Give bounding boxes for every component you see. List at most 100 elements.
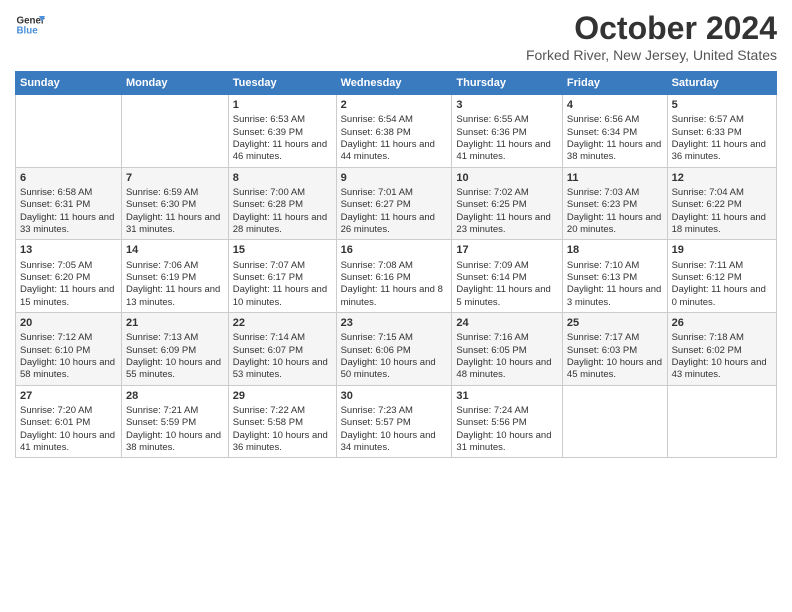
day-info: Daylight: 11 hours and 44 minutes. [341,139,448,164]
calendar-cell: 10Sunrise: 7:02 AMSunset: 6:25 PMDayligh… [452,167,563,240]
day-info: Daylight: 10 hours and 43 minutes. [672,357,772,382]
calendar-cell: 7Sunrise: 6:59 AMSunset: 6:30 PMDaylight… [121,167,228,240]
calendar-cell: 27 Sunrise: 7:20 AMSunset: 6:01 PMDayligh… [16,385,122,458]
col-friday: Friday [562,72,667,95]
day-info: Sunset: 6:03 PM [567,345,663,357]
day-info: Sunrise: 6:53 AM [233,114,332,126]
calendar-cell: 14Sunrise: 7:06 AMSunset: 6:19 PMDayligh… [121,240,228,313]
col-thursday: Thursday [452,72,563,95]
day-number: 21 [126,316,224,330]
day-info: Daylight: 11 hours and 31 minutes. [126,212,224,237]
day-number: 3 [456,98,558,112]
day-info: Sunset: 5:59 PM [126,417,224,429]
day-info: Sunrise: 7:15 AM [341,332,448,344]
subtitle: Forked River, New Jersey, United States [526,47,777,63]
day-info: Daylight: 10 hours and 55 minutes. [126,357,224,382]
calendar-week-2: 6Sunrise: 6:58 AMSunset: 6:31 PMDaylight… [16,167,777,240]
col-wednesday: Wednesday [336,72,452,95]
day-number: 6 [20,171,117,185]
calendar-table: Sunday Monday Tuesday Wednesday Thursday… [15,71,777,458]
day-number: 5 [672,98,772,112]
day-info: Sunset: 6:01 PM [20,417,117,429]
day-info: Daylight: 11 hours and 20 minutes. [567,212,663,237]
day-info: Daylight: 11 hours and 3 minutes. [567,284,663,309]
day-info: Sunset: 5:56 PM [456,417,558,429]
day-info: Sunset: 6:10 PM [20,345,117,357]
day-info: Daylight: 10 hours and 41 minutes. [20,430,117,455]
day-info: Daylight: 11 hours and 28 minutes. [233,212,332,237]
day-info: Daylight: 10 hours and 48 minutes. [456,357,558,382]
day-info: Daylight: 10 hours and 58 minutes. [20,357,117,382]
day-number: 25 [567,316,663,330]
day-info: Sunset: 6:12 PM [672,272,772,284]
day-info: Daylight: 10 hours and 36 minutes. [233,430,332,455]
calendar-cell: 18Sunrise: 7:10 AMSunset: 6:13 PMDayligh… [562,240,667,313]
day-info: Sunrise: 7:17 AM [567,332,663,344]
calendar-cell: 9Sunrise: 7:01 AMSunset: 6:27 PMDaylight… [336,167,452,240]
calendar-week-4: 20Sunrise: 7:12 AMSunset: 6:10 PMDayligh… [16,313,777,386]
calendar-cell: 12Sunrise: 7:04 AMSunset: 6:22 PMDayligh… [667,167,776,240]
day-info: Daylight: 11 hours and 8 minutes. [341,284,448,309]
day-info: Sunrise: 7:07 AM [233,260,332,272]
calendar-cell: 24Sunrise: 7:16 AMSunset: 6:05 PMDayligh… [452,313,563,386]
day-number: 1 [233,98,332,112]
day-info: Sunset: 6:34 PM [567,127,663,139]
calendar-cell [562,385,667,458]
col-tuesday: Tuesday [228,72,336,95]
col-saturday: Saturday [667,72,776,95]
day-info: Sunset: 5:58 PM [233,417,332,429]
day-info: Sunrise: 7:21 AM [126,405,224,417]
day-info: Sunset: 6:22 PM [672,199,772,211]
day-number: 29 [233,389,332,403]
day-info: Sunrise: 6:55 AM [456,114,558,126]
day-info: Sunrise: 6:57 AM [672,114,772,126]
day-info: Daylight: 11 hours and 13 minutes. [126,284,224,309]
day-info: Sunrise: 7:10 AM [567,260,663,272]
calendar-cell: 5Sunrise: 6:57 AMSunset: 6:33 PMDaylight… [667,95,776,168]
day-info: Sunset: 6:02 PM [672,345,772,357]
day-info: Sunrise: 7:04 AM [672,187,772,199]
calendar-cell: 11Sunrise: 7:03 AMSunset: 6:23 PMDayligh… [562,167,667,240]
day-info: Daylight: 10 hours and 34 minutes. [341,430,448,455]
day-info: Sunset: 6:14 PM [456,272,558,284]
day-info: Sunrise: 7:13 AM [126,332,224,344]
calendar-cell: 25 Sunrise: 7:17 AMSunset: 6:03 PMDayligh… [562,313,667,386]
day-number: 31 [456,389,558,403]
calendar-cell [121,95,228,168]
col-sunday: Sunday [16,72,122,95]
calendar-cell: 6Sunrise: 6:58 AMSunset: 6:31 PMDaylight… [16,167,122,240]
day-number: 24 [456,316,558,330]
main-title: October 2024 [526,10,777,47]
day-info: Sunset: 6:20 PM [20,272,117,284]
day-number: 13 [20,243,117,257]
day-info: Sunrise: 7:09 AM [456,260,558,272]
day-number: 18 [567,243,663,257]
day-number: 9 [341,171,448,185]
day-info: Sunset: 6:19 PM [126,272,224,284]
day-info: Sunrise: 7:20 AM [20,405,117,417]
header-row: Sunday Monday Tuesday Wednesday Thursday… [16,72,777,95]
calendar-cell: 29Sunrise: 7:22 AMSunset: 5:58 PMDayligh… [228,385,336,458]
day-info: Sunset: 6:33 PM [672,127,772,139]
day-info: Sunset: 6:31 PM [20,199,117,211]
calendar-week-1: 1Sunrise: 6:53 AMSunset: 6:39 PMDaylight… [16,95,777,168]
day-info: Sunrise: 7:06 AM [126,260,224,272]
day-info: Sunrise: 7:11 AM [672,260,772,272]
day-info: Daylight: 11 hours and 38 minutes. [567,139,663,164]
day-info: Sunrise: 6:56 AM [567,114,663,126]
day-info: Sunset: 6:30 PM [126,199,224,211]
calendar-page: General Blue October 2024 Forked River, … [0,0,792,612]
day-info: Sunrise: 7:05 AM [20,260,117,272]
calendar-cell: 16Sunrise: 7:08 AMSunset: 6:16 PMDayligh… [336,240,452,313]
day-number: 17 [456,243,558,257]
day-info: Sunrise: 7:23 AM [341,405,448,417]
day-number: 10 [456,171,558,185]
day-info: Sunset: 6:38 PM [341,127,448,139]
day-number: 16 [341,243,448,257]
day-info: Daylight: 10 hours and 45 minutes. [567,357,663,382]
calendar-cell: 28Sunrise: 7:21 AMSunset: 5:59 PMDayligh… [121,385,228,458]
day-number: 19 [672,243,772,257]
day-info: Sunset: 6:07 PM [233,345,332,357]
day-number: 27 [20,389,117,403]
calendar-cell: 1Sunrise: 6:53 AMSunset: 6:39 PMDaylight… [228,95,336,168]
